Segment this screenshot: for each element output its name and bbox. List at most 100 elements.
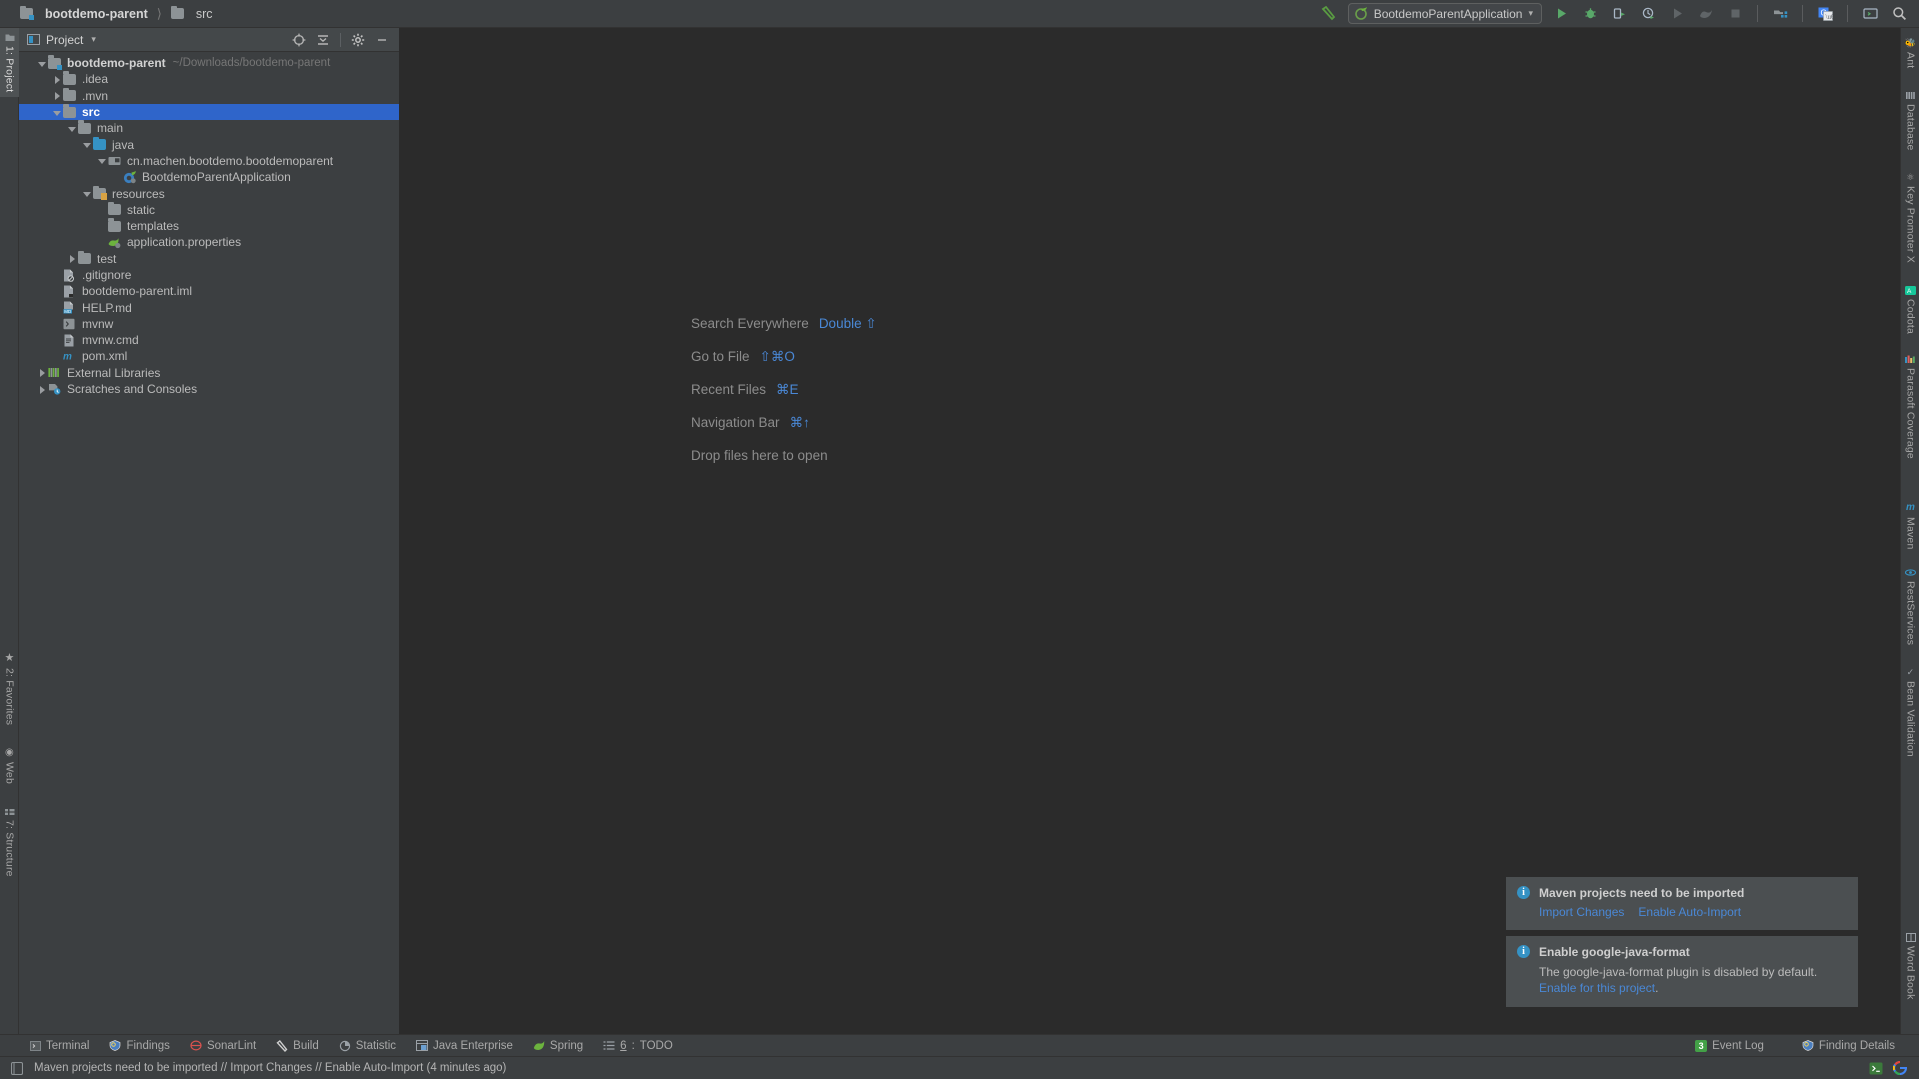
project-structure-icon[interactable]	[1770, 4, 1790, 24]
status-bar-message[interactable]: Maven projects need to be imported // Im…	[34, 1062, 506, 1074]
toolwindow-todo[interactable]: 6: TODO	[593, 1035, 683, 1057]
tree-row-scratches-and-consoles[interactable]: Scratches and Consoles	[19, 381, 399, 397]
toolwindow-terminal[interactable]: Terminal	[20, 1035, 99, 1057]
tree-row-bootdemo-parent-iml[interactable]: bootdemo-parent.iml	[19, 283, 399, 299]
tree-row-mvnw-cmd[interactable]: mvnw.cmd	[19, 332, 399, 348]
sidebar-item-codota[interactable]: A Codota	[1901, 281, 1919, 339]
hint-shortcut: Double ⇧	[818, 316, 877, 331]
sidebar-item-word-book[interactable]: Word Book	[1901, 928, 1919, 1005]
chevron-down-icon[interactable]: ▾	[91, 34, 96, 45]
chevron-down-icon[interactable]	[82, 188, 93, 199]
tree-row-pom-xml[interactable]: m pom.xml	[19, 348, 399, 364]
run-configuration-selector[interactable]: BootdemoParentApplication ▾	[1347, 3, 1542, 24]
tree-row-java[interactable]: java	[19, 136, 399, 152]
tree-row--mvn[interactable]: .mvn	[19, 87, 399, 104]
terminal-widget-icon[interactable]	[1869, 1062, 1883, 1075]
tree-row-external-libraries[interactable]: External Libraries	[19, 365, 399, 381]
google-widget-icon[interactable]	[1893, 1061, 1907, 1075]
tree-row--idea[interactable]: .idea	[19, 71, 399, 87]
chevron-right-icon[interactable]	[52, 90, 63, 101]
toolwindow-spring[interactable]: Spring	[523, 1035, 593, 1057]
profile-icon[interactable]	[1696, 4, 1716, 24]
project-tree[interactable]: bootdemo-parent ~/Downloads/bootdemo-pare…	[19, 52, 399, 1051]
breadcrumb-label: bootdemo-parent	[45, 6, 148, 21]
minimize-icon[interactable]	[371, 30, 393, 50]
google-translate-icon[interactable]: G\u6587	[1815, 4, 1835, 24]
chevron-right-icon[interactable]	[37, 367, 48, 378]
locate-target-icon[interactable]	[288, 30, 310, 50]
run-with-coverage-icon[interactable]	[1638, 4, 1658, 24]
tree-row-src[interactable]: src	[19, 103, 399, 121]
stop-icon[interactable]	[1725, 4, 1745, 24]
sidebar-item-bean-validation[interactable]: ✓ Bean Validation	[1901, 663, 1919, 762]
toolwindow-build[interactable]: Build	[266, 1035, 329, 1057]
chevron-down-icon[interactable]	[67, 123, 78, 134]
build-hammer-icon[interactable]	[1319, 4, 1339, 24]
sidebar-item-ant[interactable]: 🐝 Ant	[1901, 34, 1919, 73]
breadcrumb-separator-icon: ⟩	[156, 5, 162, 21]
toolwindow-sonarlint[interactable]: SonarLint	[180, 1035, 266, 1057]
todo-icon	[603, 1040, 615, 1051]
sidebar-item-project[interactable]: 1: Project	[0, 28, 19, 98]
terminal-icon[interactable]	[1860, 4, 1880, 24]
notification-text-before: The google-java-format plugin is disable…	[1539, 965, 1818, 979]
sidebar-item-rest-services[interactable]: RestServices	[1901, 563, 1919, 650]
tree-row-help-md[interactable]: MD HELP.md	[19, 299, 399, 315]
chevron-down-icon[interactable]	[97, 155, 108, 166]
chevron-down-icon[interactable]	[82, 139, 93, 150]
enable-for-this-project-link[interactable]: Enable for this project	[1539, 981, 1655, 995]
sidebar-item-structure[interactable]: 7: Structure	[0, 803, 19, 882]
tree-row-bootdemo-parent[interactable]: bootdemo-parent ~/Downloads/bootdemo-pare…	[19, 55, 399, 71]
toolwindow-findings[interactable]: Findings	[99, 1035, 179, 1057]
tree-row-main[interactable]: main	[19, 120, 399, 136]
sidebar-item-web[interactable]: ◉ Web	[0, 743, 19, 789]
sidebar-item-key-promoter-x[interactable]: ⚛ Key Promoter X	[1901, 168, 1919, 268]
rerun-icon[interactable]	[1667, 4, 1687, 24]
hint-search-everywhere: Search Everywhere Double ⇧	[691, 316, 877, 332]
tree-row-templates[interactable]: templates	[19, 218, 399, 234]
chevron-right-icon[interactable]	[37, 384, 48, 395]
folder-icon	[78, 250, 93, 265]
status-message-icon[interactable]	[11, 1061, 23, 1075]
toolwindow-statistic[interactable]: Statistic	[329, 1035, 406, 1057]
toolwindow-java-enterprise[interactable]: Java Enterprise	[406, 1035, 523, 1057]
breadcrumb-item-src[interactable]: src	[170, 5, 213, 21]
breadcrumb-item-project[interactable]: bootdemo-parent	[20, 5, 148, 21]
toolwindow-event-log[interactable]: 3 Event Log	[1685, 1035, 1774, 1057]
collapse-all-icon[interactable]	[312, 30, 334, 50]
sidebar-item-label: Parasoft Coverage	[1904, 368, 1917, 459]
run-icon[interactable]	[1551, 4, 1571, 24]
tree-row-static[interactable]: static	[19, 201, 399, 218]
tree-row-bootdemoparentapplication[interactable]: BootdemoParentApplication	[19, 169, 399, 185]
attach-debugger-icon[interactable]	[1609, 4, 1629, 24]
tree-row-application-properties[interactable]: application.properties	[19, 234, 399, 250]
import-changes-link[interactable]: Import Changes	[1539, 905, 1624, 919]
sidebar-item-favorites[interactable]: ★ 2: Favorites	[0, 648, 19, 730]
star-icon: ★	[4, 652, 15, 664]
gear-icon[interactable]	[347, 30, 369, 50]
chevron-right-icon[interactable]	[52, 74, 63, 85]
search-icon[interactable]	[1889, 4, 1909, 24]
sidebar-item-database[interactable]: Database	[1901, 86, 1919, 156]
sidebar-item-parasoft-coverage[interactable]: Parasoft Coverage	[1901, 350, 1919, 464]
toolwindow-label: TODO	[639, 1039, 673, 1052]
chevron-down-icon[interactable]	[52, 107, 63, 118]
chevron-down-icon[interactable]	[37, 58, 48, 69]
debug-icon[interactable]	[1580, 4, 1600, 24]
terminal-icon	[30, 1040, 41, 1051]
tree-row--gitignore[interactable]: .gitignore	[19, 267, 399, 283]
tree-row-resources[interactable]: resources	[19, 185, 399, 201]
tree-row-mvnw[interactable]: mvnw	[19, 316, 399, 332]
breadcrumb[interactable]: bootdemo-parent ⟩ src	[0, 5, 213, 22]
tree-row-cn-machen-bootdemo-bootdemoparent[interactable]: cn.machen.bootdemo.bootdemoparent	[19, 153, 399, 169]
sidebar-item-maven[interactable]: m Maven	[1901, 498, 1919, 555]
hint-action-label: Drop files here to open	[691, 448, 828, 463]
chevron-right-icon[interactable]	[67, 253, 78, 264]
event-log-count-badge: 3	[1695, 1039, 1708, 1052]
chevron-down-icon[interactable]: ▾	[1528, 8, 1533, 19]
toolwindow-finding-details[interactable]: Finding Details	[1792, 1035, 1905, 1057]
enable-auto-import-link[interactable]: Enable Auto-Import	[1638, 905, 1741, 919]
tree-row-test[interactable]: test	[19, 250, 399, 267]
